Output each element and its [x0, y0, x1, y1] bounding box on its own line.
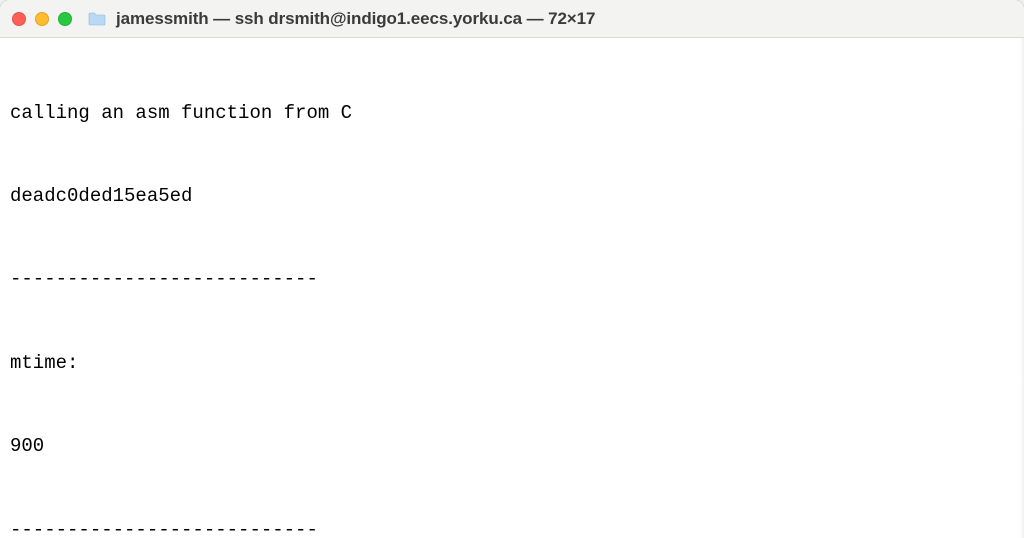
minimize-button[interactable] [35, 12, 49, 26]
titlebar[interactable]: jamessmith — ssh drsmith@indigo1.eecs.yo… [0, 0, 1024, 38]
output-line: deadc0ded15ea5ed [10, 183, 1014, 211]
zoom-button[interactable] [58, 12, 72, 26]
terminal-output[interactable]: calling an asm function from C deadc0ded… [0, 38, 1024, 538]
output-line: mtime: [10, 350, 1014, 378]
output-line: calling an asm function from C [10, 100, 1014, 128]
output-line: --------------------------- [10, 517, 1014, 538]
terminal-window: jamessmith — ssh drsmith@indigo1.eecs.yo… [0, 0, 1024, 538]
window-title: jamessmith — ssh drsmith@indigo1.eecs.yo… [116, 9, 595, 29]
output-line: 900 [10, 433, 1014, 461]
output-line: --------------------------- [10, 266, 1014, 294]
close-button[interactable] [12, 12, 26, 26]
window-edge [1020, 38, 1024, 538]
folder-icon [88, 12, 106, 26]
traffic-lights [12, 12, 72, 26]
